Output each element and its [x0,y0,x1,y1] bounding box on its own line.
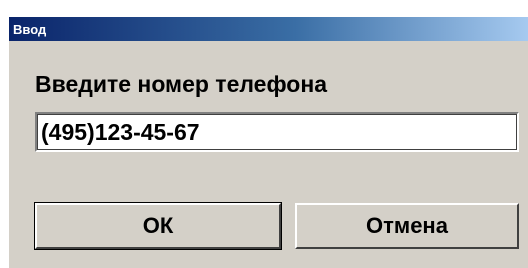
phone-input[interactable]: (495)123-45-67 [35,112,519,152]
page: Ввод Введите номер телефона (495)123-45-… [0,0,528,268]
title-bar[interactable]: Ввод [9,17,528,41]
phone-input-value: (495)123-45-67 [41,119,200,145]
ok-button-label: ОК [142,213,174,238]
cancel-button[interactable]: Отмена [295,203,519,249]
cancel-button-label: Отмена [366,213,448,238]
ok-button[interactable]: ОК [34,202,282,250]
window-title: Ввод [13,21,47,37]
prompt-label: Введите номер телефона [35,71,328,97]
input-dialog: Ввод Введите номер телефона (495)123-45-… [8,16,528,268]
